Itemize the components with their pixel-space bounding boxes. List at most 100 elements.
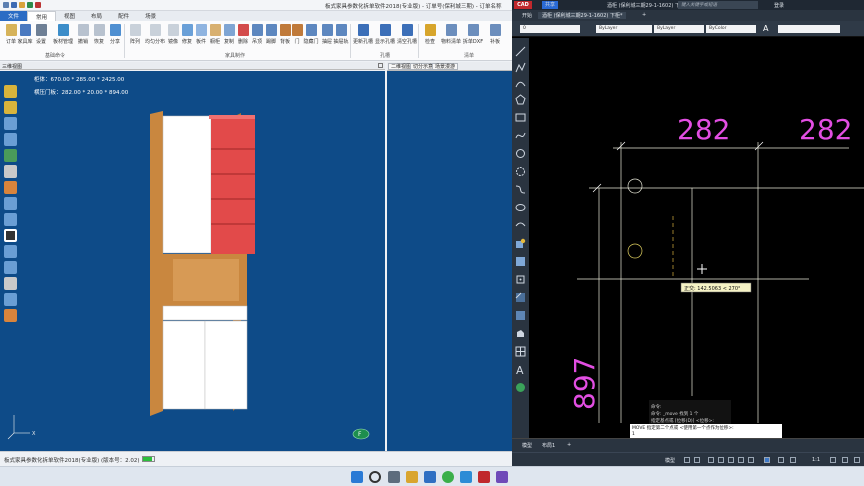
ribbon-button-export-dxf[interactable]: 拆单DXF — [460, 24, 486, 45]
close-icon[interactable] — [378, 63, 383, 68]
rotate-icon[interactable] — [4, 117, 17, 130]
file-explorer-icon[interactable] — [406, 471, 418, 483]
selection-cycling-icon[interactable] — [764, 457, 770, 463]
iso-view-icon[interactable] — [4, 261, 17, 274]
menu-tab-file[interactable]: 文件 — [0, 11, 28, 21]
resize-icon[interactable] — [4, 149, 17, 162]
wireframe-icon[interactable] — [4, 229, 17, 242]
export-icon[interactable] — [4, 309, 17, 322]
revcloud-icon[interactable] — [515, 166, 526, 177]
app-icon-2[interactable] — [460, 471, 472, 483]
lineweight-select[interactable]: ByLayer — [654, 25, 704, 33]
top-view-icon[interactable] — [4, 245, 17, 258]
menu-tab-scene[interactable]: 场景 — [137, 11, 164, 21]
camera-icon[interactable] — [4, 165, 17, 178]
viewport-2d[interactable] — [387, 71, 512, 451]
cad-command-line[interactable]: MOVE 指定第二个点或 <使用第一个点作为位移>: 1 — [630, 424, 782, 438]
cad-tab-add[interactable]: + — [642, 12, 646, 18]
ribbon-button-share[interactable]: 分享 — [104, 24, 126, 45]
table-icon[interactable] — [515, 346, 526, 357]
app-logo-icon[interactable] — [3, 2, 9, 8]
cad-command-input[interactable]: 1 — [632, 432, 635, 437]
menu-tab-layout[interactable]: 布局 — [83, 11, 110, 21]
menu-tab-view[interactable]: 视图 — [56, 11, 83, 21]
point-icon[interactable] — [515, 274, 526, 285]
cad-tab-start[interactable]: 开始 — [522, 12, 532, 19]
annotation-icon[interactable] — [778, 457, 784, 463]
app-icon-1[interactable] — [424, 471, 436, 483]
gradient-icon[interactable] — [515, 310, 526, 321]
text-style-icon[interactable]: A — [760, 25, 774, 33]
status-model-button[interactable]: 模型 — [665, 457, 675, 464]
autocad-icon[interactable] — [478, 471, 490, 483]
wechat-icon[interactable] — [442, 471, 454, 483]
tab-model[interactable]: 模型 — [522, 442, 532, 449]
rectangle-icon[interactable] — [515, 112, 526, 123]
side-view-icon[interactable] — [4, 213, 17, 226]
osnap-icon[interactable] — [728, 457, 734, 463]
polar-icon[interactable] — [718, 457, 724, 463]
circle-icon[interactable] — [515, 148, 526, 159]
open-icon[interactable] — [19, 2, 25, 8]
linetype-select[interactable]: ByLayer — [596, 25, 652, 33]
ellipse-icon[interactable] — [515, 202, 526, 213]
arc-icon[interactable] — [515, 78, 526, 89]
hatch-icon[interactable] — [515, 292, 526, 303]
spline-icon[interactable] — [515, 130, 526, 141]
puzzle-piece-icon[interactable] — [4, 101, 17, 114]
workspace-icon[interactable] — [790, 457, 796, 463]
new-icon[interactable] — [11, 2, 17, 8]
viewport-3d[interactable]: 柜体：670.00 * 285.00 * 2425.00 横压门板：282.00… — [0, 71, 385, 451]
ribbon-button-patch[interactable]: 补板 — [484, 24, 506, 45]
layer-select[interactable]: 0 — [520, 25, 580, 33]
line-icon[interactable] — [515, 46, 526, 57]
color-palette-icon[interactable] — [515, 382, 526, 393]
style-select[interactable] — [778, 25, 840, 33]
task-view-icon[interactable] — [388, 471, 400, 483]
insert-block-icon[interactable] — [515, 238, 526, 249]
ribbon-button-clear-holes[interactable]: 清空孔槽 — [394, 24, 420, 45]
customize-icon[interactable] — [842, 457, 848, 463]
cabinet-3d-model[interactable] — [145, 111, 255, 421]
menu-icon[interactable] — [854, 457, 860, 463]
texture-icon[interactable] — [4, 277, 17, 290]
ribbon-button-drawer-rail[interactable]: 抽屉轨 — [330, 24, 352, 45]
curve-icon[interactable] — [515, 184, 526, 195]
gear-icon[interactable] — [830, 457, 836, 463]
undo-icon[interactable] — [35, 2, 41, 8]
ribbon-button-settings[interactable]: 设置 — [30, 24, 52, 45]
cad-login-button[interactable]: 登录 — [774, 2, 784, 9]
lineweight-icon[interactable] — [748, 457, 754, 463]
tab-add-layout[interactable]: + — [567, 442, 571, 448]
tab-layout1[interactable]: 布局1 — [542, 442, 555, 449]
cad-share-button[interactable]: 共享 — [542, 1, 559, 9]
windows-start-icon[interactable] — [351, 471, 363, 483]
polyline-icon[interactable] — [515, 62, 526, 73]
app-icon-3[interactable] — [496, 471, 508, 483]
tab-scene-roam[interactable]: 场景漫游 — [432, 63, 459, 70]
ortho-icon[interactable] — [708, 457, 714, 463]
annotation-scale[interactable]: 1:1 — [812, 457, 820, 463]
polygon-icon[interactable] — [515, 94, 526, 105]
cad-logo[interactable]: CAD — [514, 1, 532, 9]
ellipse-arc-icon[interactable] — [515, 220, 526, 231]
menu-tab-common[interactable]: 常用 — [27, 10, 57, 22]
render-icon[interactable] — [4, 293, 17, 306]
puzzle-icon[interactable] — [4, 85, 17, 98]
navigation-cube-icon[interactable]: F — [352, 426, 370, 440]
front-view-icon[interactable] — [4, 197, 17, 210]
cad-drawing-canvas[interactable]: 282 282 897 正交: 142.5063 < 270° 命令: 命令: … — [529, 38, 864, 438]
box-icon[interactable] — [4, 181, 17, 194]
mtext-icon[interactable]: A — [515, 364, 526, 375]
region-icon[interactable] — [515, 328, 526, 339]
search-icon[interactable] — [369, 471, 381, 483]
cad-search-input[interactable]: 键入关键字或短语 — [678, 1, 758, 9]
grid-icon[interactable] — [684, 457, 690, 463]
cad-tab-drawing[interactable]: 酒柜 (保利城三期29-1-1602) 下柜* — [538, 12, 627, 19]
otrack-icon[interactable] — [738, 457, 744, 463]
snap-icon[interactable] — [694, 457, 700, 463]
color-select[interactable]: ByColor — [706, 25, 756, 33]
orbit-icon[interactable] — [4, 133, 17, 146]
save-icon[interactable] — [27, 2, 33, 8]
menu-tab-parts[interactable]: 配件 — [110, 11, 137, 21]
